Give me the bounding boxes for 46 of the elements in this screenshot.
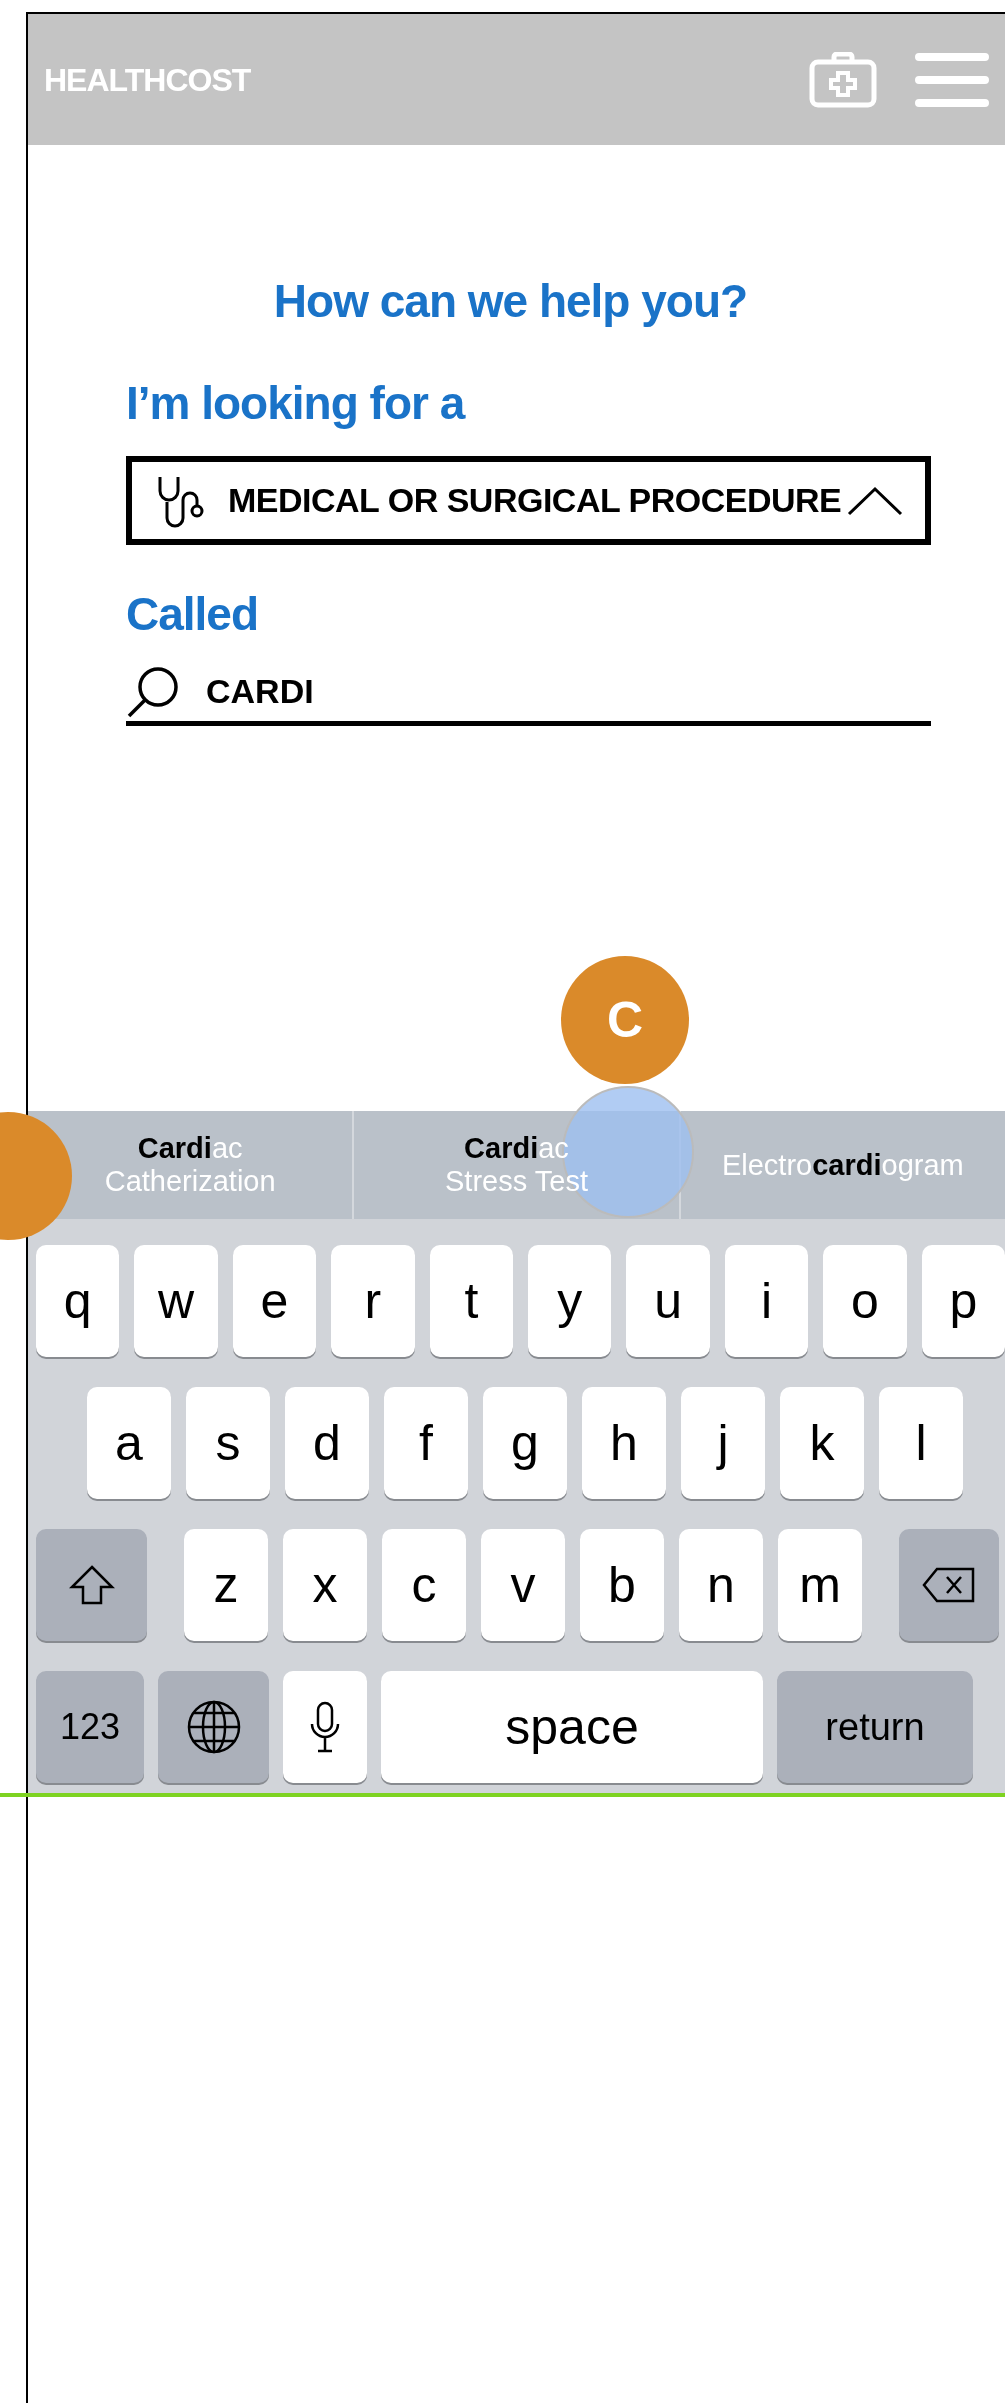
brand-logo: HEALTHCOST	[44, 60, 251, 100]
shift-icon	[68, 1564, 115, 1607]
page-heading: How can we help you?	[273, 274, 748, 329]
key[interactable]: d	[285, 1387, 369, 1500]
key[interactable]: x	[283, 1529, 367, 1642]
globe-icon	[185, 1699, 242, 1756]
numbers-key[interactable]: 123	[36, 1671, 144, 1784]
search-field[interactable]: CARDI	[126, 662, 931, 727]
microphone-icon	[309, 1700, 341, 1755]
key[interactable]: j	[681, 1387, 765, 1500]
microphone-key[interactable]	[283, 1671, 367, 1784]
key[interactable]: r	[331, 1245, 415, 1358]
key[interactable]: w	[134, 1245, 218, 1358]
key[interactable]: e	[232, 1245, 317, 1358]
key[interactable]: k	[780, 1387, 864, 1500]
key[interactable]: o	[823, 1245, 907, 1358]
key[interactable]: h	[582, 1387, 666, 1500]
key[interactable]: f	[384, 1387, 468, 1500]
search-icon	[126, 664, 180, 719]
shift-key[interactable]	[36, 1529, 147, 1642]
key[interactable]: v	[481, 1529, 565, 1642]
looking-for-label: I’m looking for a	[126, 376, 467, 431]
key[interactable]: t	[429, 1245, 514, 1358]
delete-key[interactable]	[899, 1529, 999, 1642]
key[interactable]: b	[580, 1529, 664, 1642]
key[interactable]: i	[724, 1245, 809, 1358]
called-label: Called	[126, 587, 260, 643]
key[interactable]: s	[186, 1387, 270, 1500]
space-key[interactable]: space	[381, 1671, 763, 1784]
key[interactable]: z	[184, 1529, 268, 1642]
return-key[interactable]: return	[777, 1671, 973, 1784]
delete-icon	[921, 1566, 977, 1605]
key[interactable]: n	[679, 1529, 763, 1642]
globe-key[interactable]	[158, 1671, 269, 1784]
key[interactable]: g	[483, 1387, 567, 1500]
key[interactable]: u	[626, 1245, 710, 1358]
key[interactable]: a	[87, 1387, 171, 1500]
category-dropdown[interactable]: MEDICAL OR SURGICAL PROCEDURE	[126, 456, 931, 546]
key[interactable]: l	[879, 1387, 963, 1500]
chevron-icon	[847, 485, 903, 516]
key[interactable]: q	[36, 1245, 120, 1358]
key[interactable]: c	[382, 1529, 466, 1642]
key[interactable]: y	[528, 1245, 612, 1358]
key[interactable]: p	[921, 1245, 1005, 1358]
key[interactable]: m	[778, 1529, 862, 1642]
annotation-marker: C	[561, 956, 689, 1084]
